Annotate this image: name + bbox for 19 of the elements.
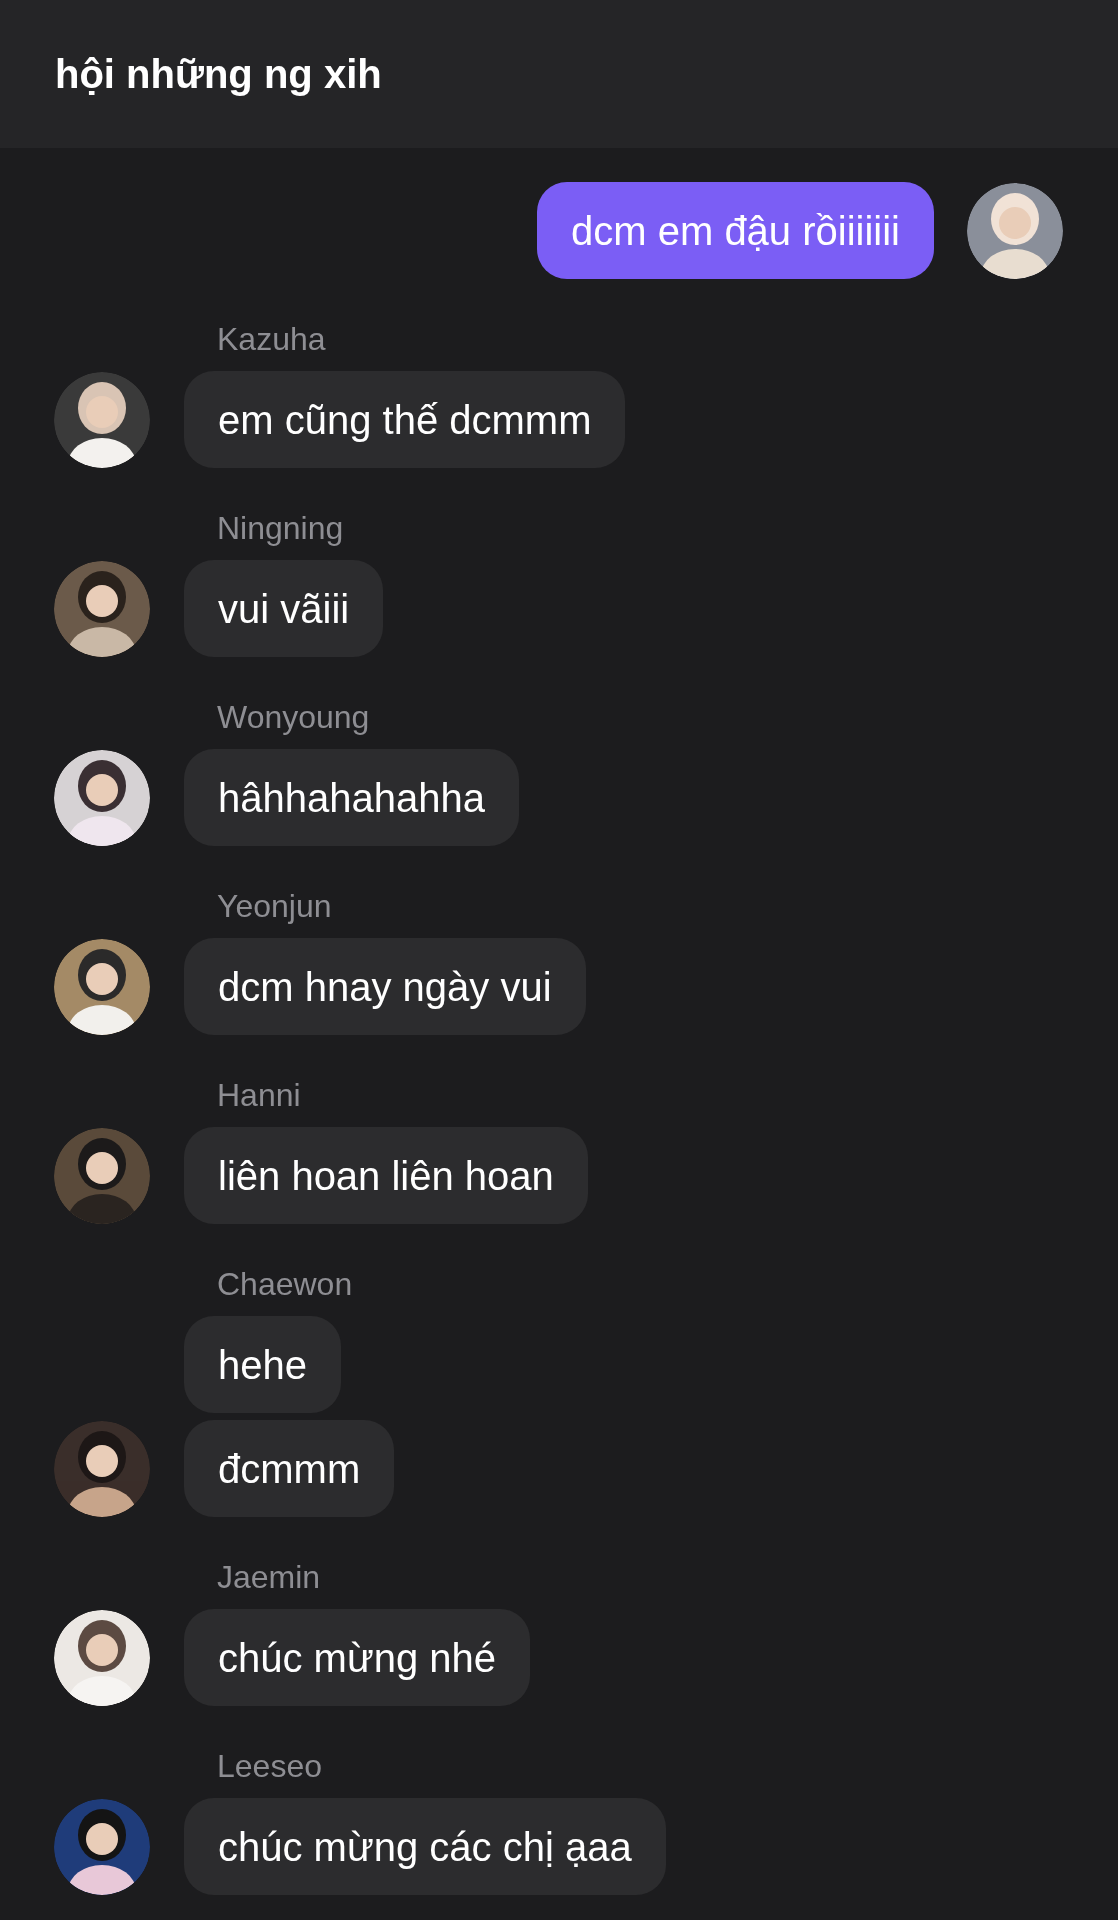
chat-title: hội những ng xih: [55, 51, 382, 98]
message-bubble: dcm em đậu rồiiiiiii: [537, 182, 934, 279]
message-bubble: hâhhahahahha: [184, 749, 519, 846]
message-bubble: liên hoan liên hoan: [184, 1127, 588, 1224]
message-bubble: em cũng thế dcmmm: [184, 371, 626, 468]
message-bubble: dcm hnay ngày vui: [184, 938, 586, 1035]
sender-name: Ningning: [217, 509, 345, 548]
message-bubble: chúc mừng các chị ạaa: [184, 1798, 666, 1895]
sender-name: Leeseo: [217, 1747, 323, 1786]
message-bubble: vui vãiii: [184, 560, 384, 657]
message-bubble: đcmmm: [184, 1420, 395, 1517]
sender-name: Wonyoung: [217, 698, 371, 737]
sender-name: Chaewon: [217, 1265, 354, 1304]
message-bubble: chúc mừng nhé: [184, 1609, 531, 1706]
message-bubble: hehe: [184, 1316, 341, 1413]
sender-name: Kazuha: [217, 320, 327, 359]
sender-name: Jaemin: [217, 1558, 322, 1597]
sender-name: Hanni: [217, 1076, 302, 1115]
sender-name: Yeonjun: [217, 887, 333, 926]
